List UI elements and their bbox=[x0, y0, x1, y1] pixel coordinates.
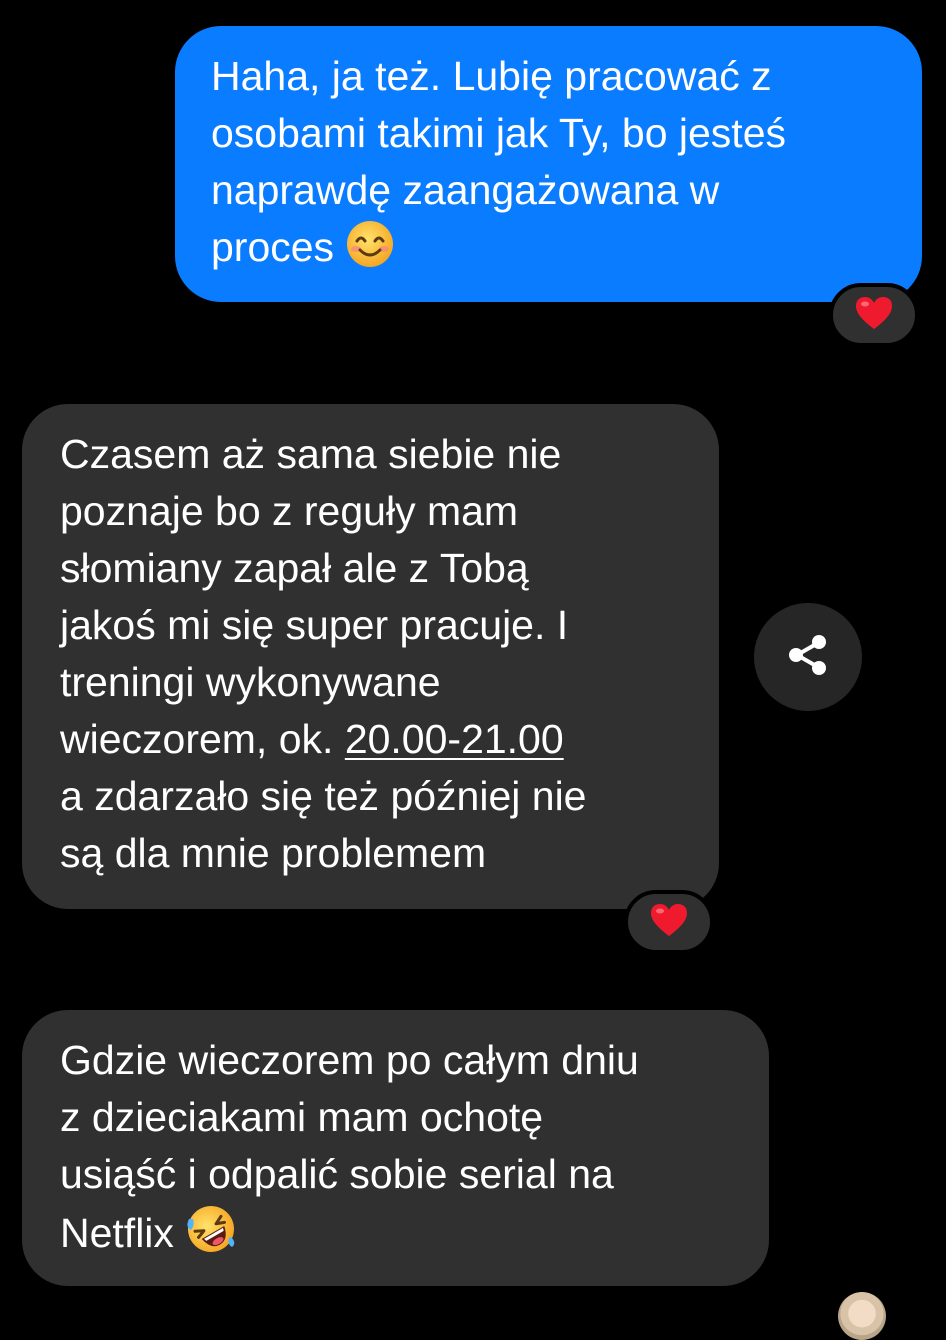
message-text-last: Netflix bbox=[60, 1210, 174, 1256]
share-button[interactable] bbox=[754, 603, 862, 711]
message-text-last: proces bbox=[211, 224, 335, 270]
received-message-bubble[interactable]: Czasem aż sama siebie nie poznaje bo z r… bbox=[22, 404, 719, 909]
avatar bbox=[838, 1292, 886, 1340]
message-text-line: wieczorem, ok. 20.00-21.00 bbox=[60, 711, 689, 768]
message-reaction[interactable] bbox=[829, 283, 919, 347]
message-text-line: usiąść i odpalić sobie serial na bbox=[60, 1151, 614, 1197]
message-text-line: Haha, ja też. Lubię pracować z bbox=[211, 53, 772, 99]
heart-icon bbox=[854, 295, 894, 336]
smiling-face-with-smiling-eyes-icon bbox=[345, 219, 395, 284]
message-text-line: z dzieciakami mam ochotę bbox=[60, 1094, 544, 1140]
message-text-line: poznaje bo z reguły mam bbox=[60, 488, 519, 534]
rolling-on-the-floor-laughing-icon bbox=[185, 1203, 237, 1270]
message-text-line: jakoś mi się super pracuje. I bbox=[60, 602, 569, 648]
message-text-line: Netflix bbox=[60, 1203, 739, 1270]
heart-icon bbox=[649, 902, 689, 943]
message-reaction[interactable] bbox=[624, 890, 714, 954]
message-text-line: są dla mnie problemem bbox=[60, 830, 487, 876]
message-text-line: osobami takimi jak Ty, bo jesteś bbox=[211, 110, 787, 156]
message-text-prefix: wieczorem, ok. bbox=[60, 716, 345, 762]
share-icon bbox=[784, 631, 832, 684]
message-text-line: Czasem aż sama siebie nie bbox=[60, 431, 562, 477]
sent-message-bubble[interactable]: Haha, ja też. Lubię pracować z osobami t… bbox=[175, 26, 922, 302]
received-message-bubble[interactable]: Gdzie wieczorem po całym dniu z dzieciak… bbox=[22, 1010, 769, 1286]
message-text-line: słomiany zapał ale z Tobą bbox=[60, 545, 529, 591]
message-text-line: a zdarzało się też później nie bbox=[60, 773, 587, 819]
message-text-line: proces bbox=[211, 219, 892, 284]
message-text-line: treningi wykonywane bbox=[60, 659, 441, 705]
message-text-line: naprawdę zaangażowana w bbox=[211, 167, 720, 213]
time-link[interactable]: 20.00-21.00 bbox=[345, 716, 564, 762]
message-text-line: Gdzie wieczorem po całym dniu bbox=[60, 1037, 639, 1083]
